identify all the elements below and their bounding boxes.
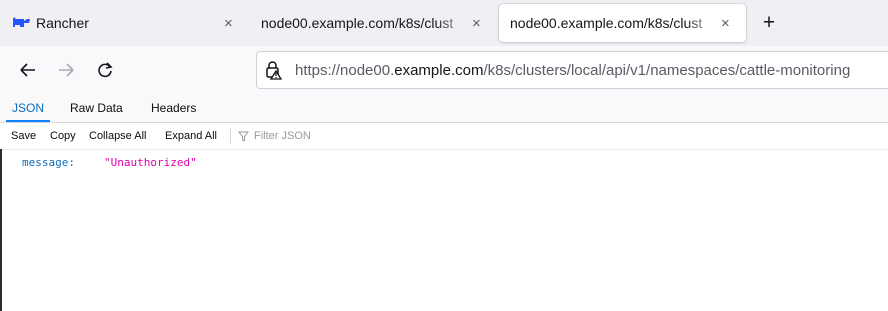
json-viewer-tabs: JSON Raw Data Headers xyxy=(0,96,888,123)
tab-strip: Rancher × node00.example.com/k8s/clust ×… xyxy=(0,0,888,46)
url-text[interactable]: https://node00.example.com/k8s/clusters/… xyxy=(295,62,850,79)
json-toolbar: Save Copy Collapse All Expand All Filter… xyxy=(0,123,888,150)
close-icon[interactable]: × xyxy=(472,16,481,31)
collapse-all-button[interactable]: Collapse All xyxy=(89,123,146,149)
copy-button[interactable]: Copy xyxy=(50,123,76,149)
expand-all-button[interactable]: Expand All xyxy=(165,123,217,149)
toolbar-divider xyxy=(230,128,231,144)
rancher-logo-icon xyxy=(11,16,31,33)
tab-title: node00.example.com/k8s/clust xyxy=(261,15,454,31)
filter-icon xyxy=(238,131,249,142)
tab-headers[interactable]: Headers xyxy=(151,96,196,121)
tab-node00-2[interactable]: node00.example.com/k8s/clust × xyxy=(499,4,746,42)
tab-title: node00.example.com/k8s/clust xyxy=(510,15,703,31)
save-button[interactable]: Save xyxy=(11,123,36,149)
tab-title: Rancher xyxy=(36,15,89,31)
tab-rancher[interactable]: Rancher × xyxy=(0,4,247,42)
new-tab-button[interactable]: + xyxy=(758,12,780,34)
tab-json[interactable]: JSON xyxy=(5,96,51,122)
url-domain: example.com xyxy=(394,62,484,79)
json-value: "Unauthorized" xyxy=(104,156,197,169)
back-arrow-icon xyxy=(20,63,35,77)
json-row: message: "Unauthorized" xyxy=(22,156,197,169)
window-edge xyxy=(0,149,2,311)
close-icon[interactable]: × xyxy=(224,16,233,31)
reload-button[interactable] xyxy=(91,56,119,84)
filter-json-input[interactable]: Filter JSON xyxy=(238,123,311,149)
json-key: message: xyxy=(22,156,75,169)
reload-icon xyxy=(98,62,113,78)
close-icon[interactable]: × xyxy=(721,16,730,31)
url-bar[interactable]: https://node00.example.com/k8s/clusters/… xyxy=(256,51,888,89)
tab-node00-1[interactable]: node00.example.com/k8s/clust × xyxy=(250,4,496,42)
tab-raw-data[interactable]: Raw Data xyxy=(70,96,123,121)
forward-arrow-icon xyxy=(59,63,74,77)
back-button[interactable] xyxy=(14,56,42,84)
navigation-bar: https://node00.example.com/k8s/clusters/… xyxy=(0,46,888,97)
forward-button[interactable] xyxy=(52,56,80,84)
lock-warning-icon[interactable] xyxy=(264,60,284,85)
